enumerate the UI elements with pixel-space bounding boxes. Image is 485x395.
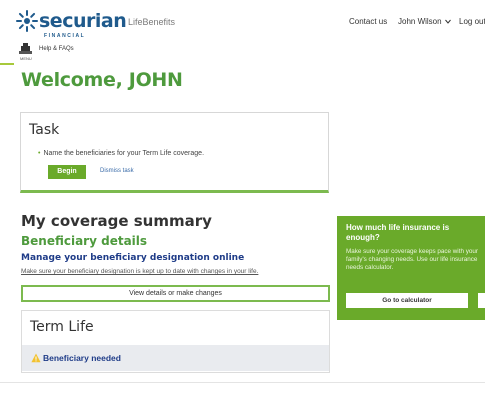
manage-beneficiary-text: Make sure your beneficiary designation i… bbox=[21, 268, 259, 275]
securian-logo-icon bbox=[16, 10, 38, 32]
user-name: John Wilson bbox=[398, 17, 442, 26]
term-life-title: Term Life bbox=[30, 319, 94, 335]
task-card: Task • Name the beneficiaries for your Te… bbox=[20, 112, 329, 193]
left-accent-bar bbox=[0, 63, 14, 65]
go-to-calculator-button[interactable]: Go to calculator bbox=[346, 293, 468, 308]
begin-button[interactable]: Begin bbox=[48, 165, 86, 179]
chevron-down-icon bbox=[444, 20, 451, 25]
beneficiary-needed-text: Beneficiary needed bbox=[43, 353, 121, 363]
calculator-text: Make sure your coverage keeps pace with … bbox=[346, 248, 478, 271]
bullet-icon: • bbox=[38, 150, 41, 157]
securian-logo[interactable]: securian FINANCIAL bbox=[16, 8, 127, 40]
term-life-card: Term Life Beneficiary needed bbox=[21, 310, 330, 373]
view-details-button[interactable]: View details or make changes bbox=[21, 285, 330, 302]
menu-icon-label: MENU bbox=[20, 56, 32, 61]
logo-name: securian bbox=[39, 10, 127, 32]
warning-icon bbox=[31, 353, 41, 363]
manage-beneficiary-heading: Manage your beneficiary designation onli… bbox=[21, 253, 245, 263]
header-bar: securian FINANCIAL LifeBenefits Contact … bbox=[0, 0, 485, 62]
divider bbox=[0, 382, 485, 383]
beneficiary-needed-banner[interactable]: Beneficiary needed bbox=[22, 345, 329, 371]
calculator-title: How much life insurance is enough? bbox=[346, 223, 450, 242]
logout-link[interactable]: Log out bbox=[459, 17, 485, 26]
menu-icon[interactable] bbox=[19, 43, 32, 57]
logo-subtitle: FINANCIAL bbox=[44, 33, 86, 39]
secondary-button-edge[interactable] bbox=[478, 293, 485, 308]
dismiss-task-link[interactable]: Dismiss task bbox=[100, 168, 134, 174]
help-faqs-link[interactable]: Help & FAQs bbox=[39, 46, 74, 52]
app-name: LifeBenefits bbox=[128, 17, 176, 27]
user-menu[interactable]: John Wilson bbox=[398, 17, 451, 26]
beneficiary-details-heading: Beneficiary details bbox=[21, 234, 148, 248]
task-title: Task bbox=[29, 122, 60, 138]
calculator-promo: How much life insurance is enough? Make … bbox=[337, 216, 485, 320]
coverage-summary-heading: My coverage summary bbox=[21, 212, 212, 230]
task-item-text: Name the beneficiaries for your Term Lif… bbox=[43, 150, 205, 157]
welcome-heading: Welcome, JOHN bbox=[21, 69, 183, 91]
contact-us-link[interactable]: Contact us bbox=[349, 17, 387, 26]
task-item: • Name the beneficiaries for your Term Li… bbox=[38, 150, 204, 157]
